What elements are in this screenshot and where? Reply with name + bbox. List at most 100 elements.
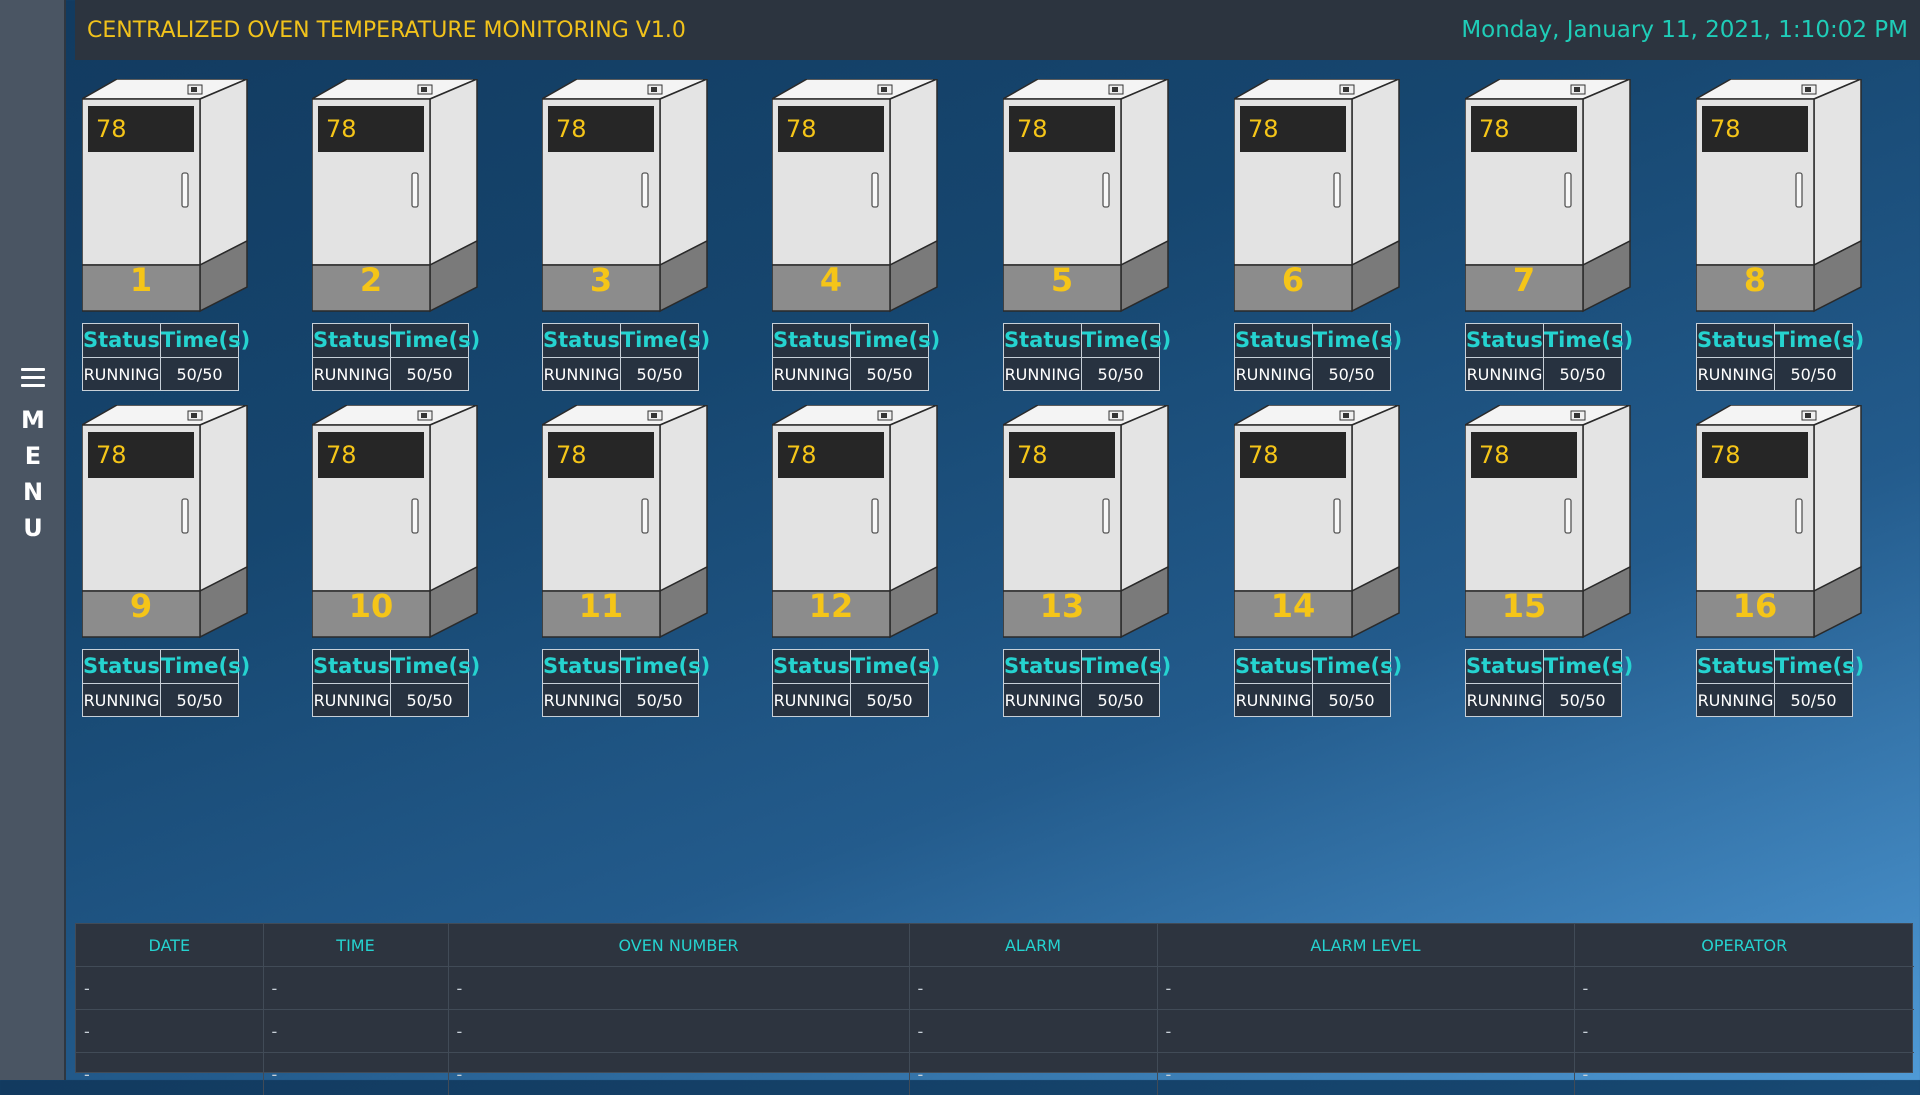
oven-card[interactable]: 7816StatusTime(s)RUNNING50/50 xyxy=(1696,405,1886,717)
time-header: Time(s) xyxy=(621,650,710,683)
time-value: 50/50 xyxy=(1544,684,1621,717)
oven-status-table: StatusTime(s)RUNNING50/50 xyxy=(312,323,469,391)
time-header: Time(s) xyxy=(1775,650,1864,683)
time-value: 50/50 xyxy=(1775,358,1852,391)
status-header: Status xyxy=(313,650,391,683)
time-value: 50/50 xyxy=(1082,358,1159,391)
menu-letter: N xyxy=(21,474,45,510)
oven-status-table: StatusTime(s)RUNNING50/50 xyxy=(772,323,929,391)
oven-status-table: StatusTime(s)RUNNING50/50 xyxy=(312,649,469,717)
alarm-table-cell: - xyxy=(1574,1010,1914,1053)
temperature-display: 78 xyxy=(318,432,424,478)
time-header: Time(s) xyxy=(161,324,250,357)
status-header: Status xyxy=(1235,324,1313,357)
oven-card[interactable]: 78 10 StatusTime(s)RUNNING50/50 xyxy=(312,405,502,717)
time-header: Time(s) xyxy=(1544,324,1633,357)
status-value: RUNNING xyxy=(1697,684,1775,717)
oven-number: 13 xyxy=(1003,583,1121,629)
oven-card[interactable]: 78 15 StatusTime(s)RUNNING50/50 xyxy=(1465,405,1655,717)
time-header: Time(s) xyxy=(851,650,940,683)
alarm-table-cell: - xyxy=(448,967,909,1010)
status-value: RUNNING xyxy=(313,358,391,391)
oven-number: 16 xyxy=(1696,583,1814,629)
oven-card[interactable]: 7811StatusTime(s)RUNNING50/50 xyxy=(542,405,732,717)
status-header: Status xyxy=(1466,650,1544,683)
oven-status-table: StatusTime(s)RUNNING50/50 xyxy=(772,649,929,717)
alarm-table-cell: - xyxy=(263,1053,448,1095)
temperature-display: 78 xyxy=(1471,432,1577,478)
hamburger-menu-icon[interactable] xyxy=(21,368,45,388)
status-value: RUNNING xyxy=(1466,684,1544,717)
status-header: Status xyxy=(1235,650,1313,683)
header-bar: CENTRALIZED OVEN TEMPERATURE MONITORING … xyxy=(75,0,1920,60)
temperature-display: 78 xyxy=(88,106,194,152)
time-value: 50/50 xyxy=(621,684,698,717)
status-header: Status xyxy=(83,324,161,357)
oven-number: 8 xyxy=(1696,257,1814,303)
oven-card[interactable]: 786StatusTime(s)RUNNING50/50 xyxy=(1234,79,1424,391)
oven-status-table: StatusTime(s)RUNNING50/50 xyxy=(1465,323,1622,391)
alarm-table-row[interactable]: ------ xyxy=(76,967,1914,1010)
status-value: RUNNING xyxy=(313,684,391,717)
oven-status-table: StatusTime(s)RUNNING50/50 xyxy=(82,323,239,391)
time-header: Time(s) xyxy=(1313,650,1402,683)
oven-card[interactable]: 787StatusTime(s)RUNNING50/50 xyxy=(1465,79,1655,391)
oven-card[interactable]: 784StatusTime(s)RUNNING50/50 xyxy=(772,79,962,391)
status-value: RUNNING xyxy=(773,684,851,717)
alarm-column-header: TIME xyxy=(263,924,448,967)
temperature-display: 78 xyxy=(1009,432,1115,478)
time-header: Time(s) xyxy=(391,650,480,683)
alarm-table-cell: - xyxy=(76,1053,263,1095)
alarm-table-cell: - xyxy=(909,1010,1157,1053)
oven-number: 10 xyxy=(312,583,430,629)
time-value: 50/50 xyxy=(1313,358,1390,391)
oven-status-table: StatusTime(s)RUNNING50/50 xyxy=(1003,649,1160,717)
sidebar: M E N U xyxy=(0,0,66,1080)
oven-card[interactable]: 789StatusTime(s)RUNNING50/50 xyxy=(82,405,272,717)
oven-status-table: StatusTime(s)RUNNING50/50 xyxy=(1465,649,1622,717)
time-value: 50/50 xyxy=(391,358,468,391)
oven-status-table: StatusTime(s)RUNNING50/50 xyxy=(542,323,699,391)
time-value: 50/50 xyxy=(1544,358,1621,391)
status-value: RUNNING xyxy=(1004,358,1082,391)
time-value: 50/50 xyxy=(621,358,698,391)
oven-card[interactable]: 788StatusTime(s)RUNNING50/50 xyxy=(1696,79,1886,391)
time-value: 50/50 xyxy=(1313,684,1390,717)
status-value: RUNNING xyxy=(1235,358,1313,391)
oven-card[interactable]: 78 13 StatusTime(s)RUNNING50/50 xyxy=(1003,405,1193,717)
status-value: RUNNING xyxy=(83,684,161,717)
oven-card[interactable]: 782StatusTime(s)RUNNING50/50 xyxy=(312,79,502,391)
status-header: Status xyxy=(773,324,851,357)
oven-number: 15 xyxy=(1465,583,1583,629)
time-value: 50/50 xyxy=(851,684,928,717)
alarm-table-row[interactable]: ------ xyxy=(76,1010,1914,1053)
temperature-display: 78 xyxy=(1240,106,1346,152)
status-value: RUNNING xyxy=(543,358,621,391)
alarm-log-panel: DATETIMEOVEN NUMBERALARMALARM LEVELOPERA… xyxy=(75,923,1913,1073)
oven-card[interactable]: 783StatusTime(s)RUNNING50/50 xyxy=(542,79,732,391)
alarm-table-cell: - xyxy=(1574,1053,1914,1095)
time-header: Time(s) xyxy=(851,324,940,357)
menu-button[interactable]: M E N U xyxy=(8,368,58,548)
status-header: Status xyxy=(773,650,851,683)
alarm-table-row[interactable]: ------ xyxy=(76,1053,1914,1095)
oven-card[interactable]: 78 1 StatusTime(s)RUNNING50/50 xyxy=(82,79,272,391)
time-header: Time(s) xyxy=(391,324,480,357)
oven-card[interactable]: 7812StatusTime(s)RUNNING50/50 xyxy=(772,405,962,717)
temperature-display: 78 xyxy=(1702,432,1808,478)
alarm-column-header: ALARM LEVEL xyxy=(1157,924,1574,967)
status-header: Status xyxy=(1466,324,1544,357)
oven-number: 14 xyxy=(1234,583,1352,629)
status-value: RUNNING xyxy=(1004,684,1082,717)
time-header: Time(s) xyxy=(161,650,250,683)
oven-card[interactable]: 785StatusTime(s)RUNNING50/50 xyxy=(1003,79,1193,391)
time-header: Time(s) xyxy=(1775,324,1864,357)
alarm-table-cell: - xyxy=(263,1010,448,1053)
time-value: 50/50 xyxy=(1775,684,1852,717)
oven-number: 3 xyxy=(542,257,660,303)
oven-number: 1 xyxy=(82,257,200,303)
oven-card[interactable]: 7814StatusTime(s)RUNNING50/50 xyxy=(1234,405,1424,717)
time-value: 50/50 xyxy=(391,684,468,717)
menu-label[interactable]: M E N U xyxy=(21,402,45,546)
oven-status-table: StatusTime(s)RUNNING50/50 xyxy=(82,649,239,717)
